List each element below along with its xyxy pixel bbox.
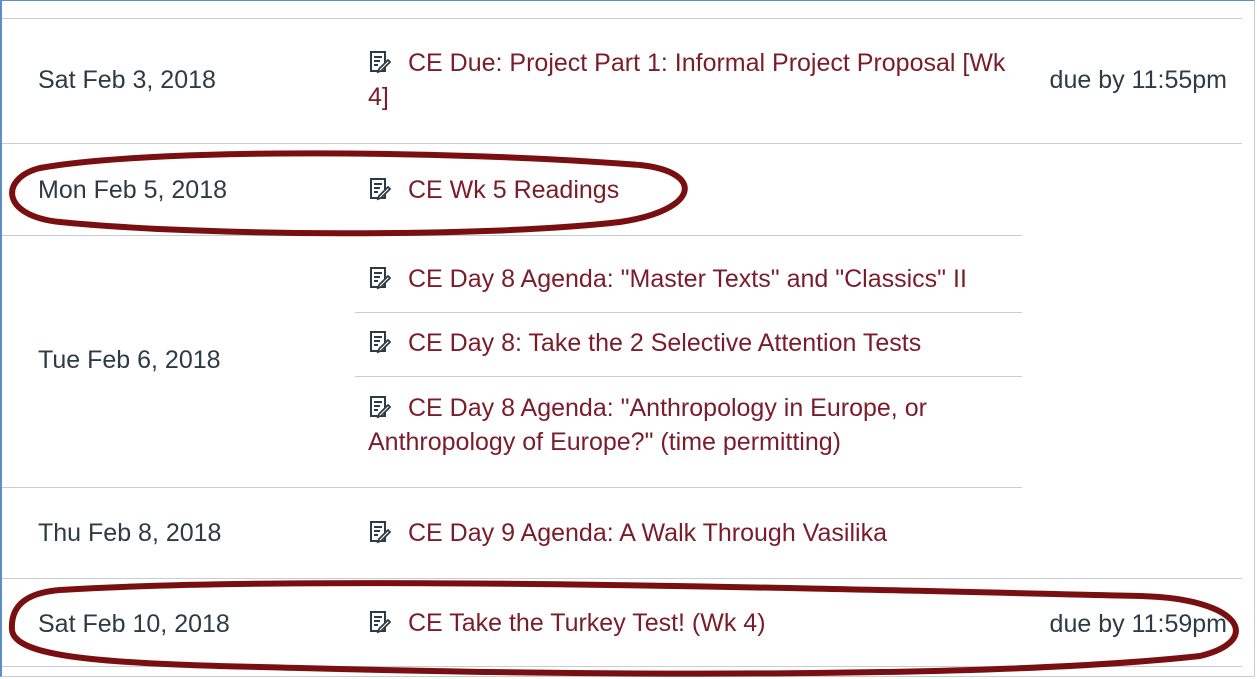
assignment-icon: [368, 394, 392, 419]
row-date: Mon Feb 5, 2018: [38, 176, 228, 204]
item-divider: [355, 312, 1022, 313]
assignment-link[interactable]: CE Wk 5 Readings: [368, 173, 1008, 207]
row-divider: [2, 18, 1242, 19]
assignment-title[interactable]: CE Take the Turkey Test! (Wk 4): [408, 609, 766, 637]
row-date: Sat Feb 3, 2018: [38, 66, 216, 94]
assignment-link[interactable]: CE Due: Project Part 1: Informal Project…: [368, 46, 1008, 114]
assignment-link[interactable]: CE Day 9 Agenda: A Walk Through Vasilika: [368, 516, 1008, 550]
assignment-link[interactable]: CE Day 8 Agenda: "Master Texts" and "Cla…: [368, 262, 1008, 296]
row-date: Sat Feb 10, 2018: [38, 610, 230, 638]
assignment-link[interactable]: CE Day 8 Agenda: "Anthropology in Europe…: [368, 391, 998, 459]
assignment-title[interactable]: CE Day 9 Agenda: A Walk Through Vasilika: [408, 519, 887, 547]
assignment-title[interactable]: CE Wk 5 Readings: [408, 176, 619, 204]
assignment-title[interactable]: CE Day 8 Agenda: "Anthropology in Europe…: [368, 394, 927, 456]
assignment-link[interactable]: CE Take the Turkey Test! (Wk 4): [368, 606, 1008, 640]
assignment-icon: [368, 265, 392, 290]
assignment-icon: [368, 609, 392, 634]
due-time: due by 11:59pm: [1049, 610, 1227, 638]
row-divider: [2, 143, 1242, 144]
row-date: Tue Feb 6, 2018: [38, 346, 221, 374]
assignment-icon: [368, 519, 392, 544]
row-date: Thu Feb 8, 2018: [38, 519, 222, 547]
row-divider: [2, 235, 1022, 236]
assignment-link[interactable]: CE Day 8: Take the 2 Selective Attention…: [368, 326, 1008, 360]
item-divider: [355, 376, 1022, 377]
assignment-icon: [368, 329, 392, 354]
row-divider: [2, 578, 1242, 579]
assignment-icon: [368, 176, 392, 201]
assignment-icon: [368, 49, 392, 74]
row-divider: [2, 487, 1022, 488]
assignment-title[interactable]: CE Day 8 Agenda: "Master Texts" and "Cla…: [408, 265, 967, 293]
row-divider: [2, 666, 1242, 667]
assignment-title[interactable]: CE Due: Project Part 1: Informal Project…: [368, 49, 1005, 111]
assignment-title[interactable]: CE Day 8: Take the 2 Selective Attention…: [408, 329, 921, 357]
due-time: due by 11:55pm: [1049, 66, 1227, 94]
